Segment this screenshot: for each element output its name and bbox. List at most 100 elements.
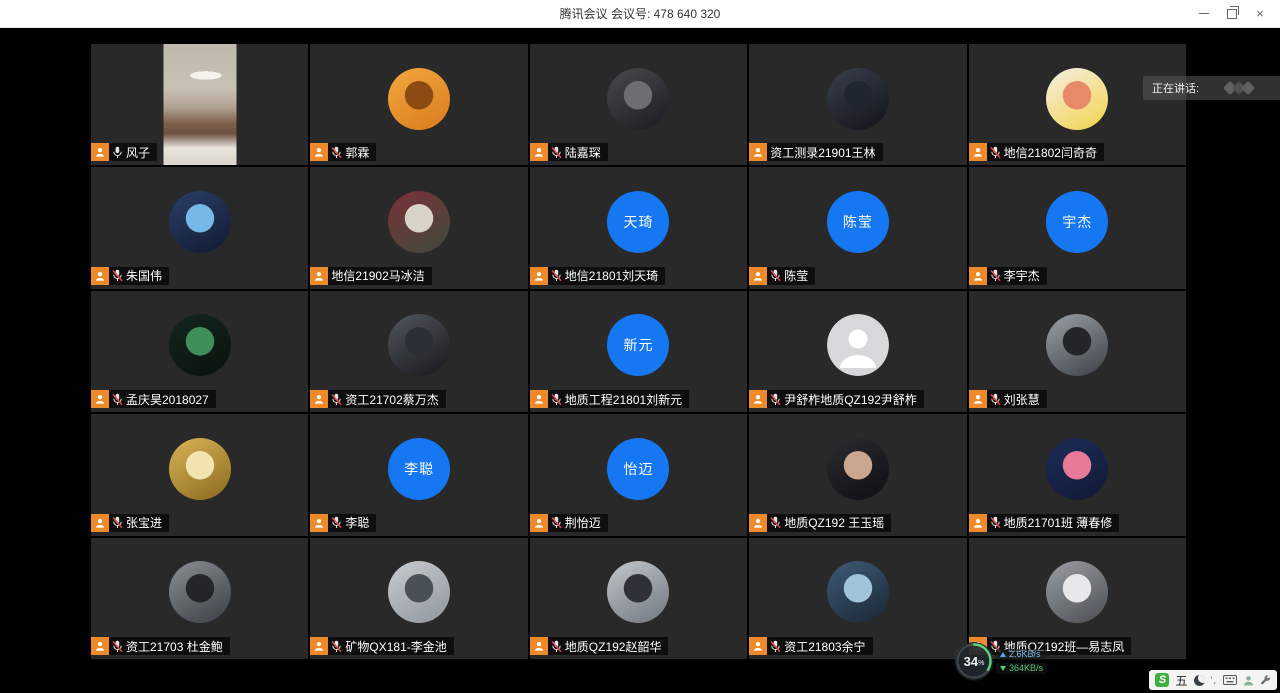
name-bar: 地信21801刘天琦 [530,267,665,285]
participant-avatar [169,191,231,253]
participant-tile[interactable]: 天琦 地信21801刘天琦 [530,167,747,288]
participant-name: 地信21902马冰洁 [331,267,424,284]
restore-button[interactable] [1218,0,1246,27]
participant-tile[interactable]: 资工21703 杜金鲍 [91,538,308,659]
name-bar: 张宝进 [91,514,169,532]
name-bar: 朱国伟 [91,267,169,285]
cpu-usage-ring: 34% [955,642,993,680]
participant-tile[interactable]: 资工测录21901王林 [749,44,966,165]
name-bar: 地质QZ192 王玉瑶 [749,514,891,532]
window-controls: × [1190,0,1274,27]
keyboard-icon[interactable] [1223,675,1237,685]
participant-tile[interactable]: 张宝进 [91,414,308,535]
host-badge-icon [530,143,548,161]
mic-icon [990,516,1001,529]
participant-tile[interactable]: 陆嘉琛 [530,44,747,165]
participant-tile[interactable]: 地质21701班 薄春修 [969,414,1186,535]
participant-tile[interactable]: 郭霖 [310,44,527,165]
participant-tile[interactable]: 资工21803余宁 [749,538,966,659]
mic-icon [112,146,123,159]
participant-tile[interactable]: 地信21802闫奇奇 [969,44,1186,165]
mic-icon [331,393,342,406]
name-bar: 矿物QX181-李金池 [310,637,453,655]
participant-name: 李聪 [345,514,369,531]
participant-name: 风子 [126,144,150,161]
participant-tile[interactable]: 风子 [91,44,308,165]
participant-name: 资工21703 杜金鲍 [126,638,223,655]
sogou-logo-icon[interactable]: S [1155,673,1169,687]
participant-tile[interactable]: 新元 地质工程21801刘新元 [530,291,747,412]
window-title: 腾讯会议 会议号: 478 640 320 [560,5,721,22]
participant-avatar [607,561,669,623]
participant-video [163,44,236,165]
participant-avatar: 陈莹 [827,191,889,253]
mic-icon [331,516,342,529]
speaker-avatar-faded-icon [1221,81,1257,95]
participant-tile[interactable]: 资工21702蔡万杰 [310,291,527,412]
participant-name: 矿物QX181-李金池 [345,638,446,655]
restore-icon [1227,9,1237,19]
wrench-icon[interactable] [1260,675,1271,686]
participant-avatar: 怡迈 [607,438,669,500]
close-button[interactable]: × [1246,0,1274,27]
mic-icon [551,640,562,653]
host-badge-icon [310,143,328,161]
host-badge-icon [749,637,767,655]
participant-tile[interactable]: 地质QZ192 王玉瑶 [749,414,966,535]
mic-icon [112,393,123,406]
title-bar: 腾讯会议 会议号: 478 640 320 × [0,0,1280,28]
participant-tile[interactable]: 尹舒柞地质QZ192尹舒柞 [749,291,966,412]
participant-avatar [1046,438,1108,500]
name-bar: 风子 [91,143,157,161]
participant-tile[interactable]: 宇杰 李宇杰 [969,167,1186,288]
mic-icon [770,640,781,653]
input-mode-label[interactable]: 五 [1175,672,1187,689]
mic-icon [990,269,1001,282]
participant-avatar: 新元 [607,314,669,376]
mic-icon [551,516,562,529]
participant-name: 孟庆昊2018027 [126,391,209,408]
participant-tile[interactable]: 地质QZ192赵韶华 [530,538,747,659]
host-badge-icon [969,143,987,161]
participant-tile[interactable]: 怡迈 荆怡迈 [530,414,747,535]
upload-arrow-icon [1000,652,1006,657]
participant-name: 尹舒柞地质QZ192尹舒柞 [784,391,917,408]
participant-tile[interactable]: 地质QZ192班—易志凤 [969,538,1186,659]
participant-avatar [169,561,231,623]
host-badge-icon [530,514,548,532]
participant-tile[interactable]: 李聪 李聪 [310,414,527,535]
participant-grid: 风子 郭霖 陆嘉琛 [91,44,1186,659]
participant-avatar: 李聪 [388,438,450,500]
participant-tile[interactable]: 刘张慧 [969,291,1186,412]
meeting-window: 腾讯会议 会议号: 478 640 320 × 风子 [0,0,1280,693]
participant-avatar [827,561,889,623]
punctuation-icon[interactable]: ’, [1211,675,1218,685]
participant-avatar [388,561,450,623]
user-icon[interactable] [1243,675,1254,686]
participant-tile[interactable]: 陈莹 陈莹 [749,167,966,288]
host-badge-icon [749,514,767,532]
mic-icon [331,640,342,653]
name-bar: 资工21803余宁 [749,637,872,655]
host-badge-icon [91,143,109,161]
host-badge-icon [749,390,767,408]
speaking-indicator: 正在讲话: [1143,76,1280,100]
participant-name: 荆怡迈 [565,514,601,531]
performance-overlay[interactable]: 34% 2.6KB/s 364KB/s [955,642,1047,680]
host-badge-icon [969,390,987,408]
participant-tile[interactable]: 朱国伟 [91,167,308,288]
name-bar: 地质QZ192赵韶华 [530,637,669,655]
participant-avatar [169,438,231,500]
participant-tile[interactable]: 矿物QX181-李金池 [310,538,527,659]
participant-tile[interactable]: 地信21902马冰洁 [310,167,527,288]
name-bar: 地信21902马冰洁 [310,267,431,285]
participant-name: 地质QZ192 王玉瑶 [784,514,884,531]
name-bar: 刘张慧 [969,390,1047,408]
participant-tile[interactable]: 孟庆昊2018027 [91,291,308,412]
participant-avatar [388,314,450,376]
name-bar: 陈莹 [749,267,815,285]
mic-icon [990,146,1001,159]
minimize-button[interactable] [1190,0,1218,27]
participant-name: 张宝进 [126,514,162,531]
moon-icon[interactable] [1194,675,1205,686]
